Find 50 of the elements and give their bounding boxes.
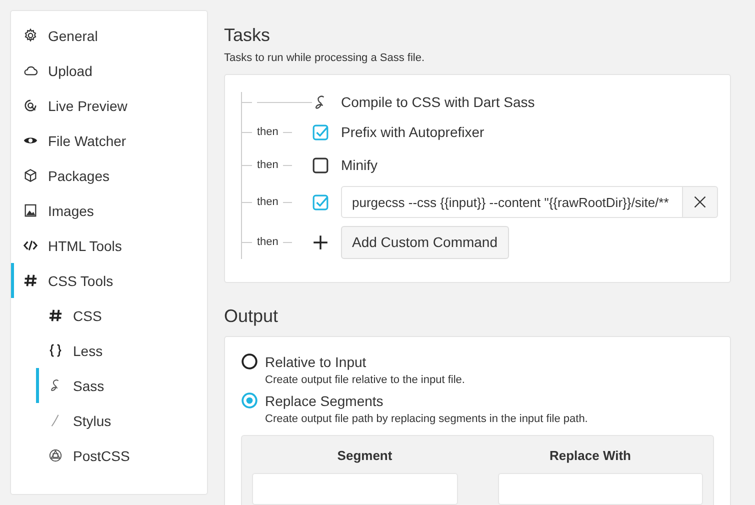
connector-label: then [257, 159, 278, 171]
connector-label: then [257, 196, 278, 208]
code-icon [23, 238, 38, 253]
sidebar-item[interactable]: CSS Tools [11, 263, 207, 298]
sidebar-item[interactable]: Images [11, 193, 207, 228]
postcss-icon [48, 448, 63, 463]
segment-input-field[interactable] [252, 473, 458, 505]
preview-icon [23, 98, 38, 113]
box-icon [23, 168, 38, 183]
task-label: Compile to CSS with Dart Sass [341, 94, 535, 110]
image-icon [23, 203, 38, 218]
checked-checkbox[interactable] [312, 194, 329, 210]
remove-button[interactable] [683, 186, 718, 218]
sidebar-item[interactable]: Packages [11, 158, 207, 193]
sidebar-item[interactable]: Less [11, 333, 207, 368]
connector-label: then [257, 236, 278, 248]
command-input-field[interactable]: purgecss --css {{input}} --content "{{rawRootDir}}/site/** [341, 186, 683, 218]
column-header: Segment [336, 447, 394, 465]
section-subtitle: Tasks to run while processing a Sass file. [224, 52, 426, 64]
connector-label: then [257, 126, 278, 138]
sidebar-item[interactable]: CSS [11, 298, 207, 333]
sidebar-item[interactable]: Sass [11, 368, 207, 403]
option-description: Create output file relative to the input file. [265, 374, 466, 386]
option-label: Replace Segments [265, 392, 384, 408]
sidebar-item[interactable]: Stylus [11, 403, 207, 438]
plus-icon [312, 234, 329, 250]
option-label: Relative to Input [265, 354, 366, 370]
add-command-button[interactable]: Add Custom Command [341, 226, 509, 258]
sidebar-item[interactable]: PostCSS [11, 438, 207, 473]
section-title: Tasks [224, 25, 272, 46]
task-label: Minify [341, 157, 378, 173]
task-label: Prefix with Autoprefixer [341, 124, 484, 140]
hash-icon [48, 308, 63, 323]
checked-checkbox[interactable] [312, 124, 329, 140]
sidebar-item[interactable]: HTML Tools [11, 228, 207, 263]
radio-button[interactable] [241, 392, 258, 409]
close-icon [693, 195, 707, 209]
hash-icon [23, 273, 38, 288]
sidebar-item[interactable]: General [11, 18, 207, 53]
replace-input-field[interactable] [498, 473, 703, 505]
option-description: Create output file path by replacing segments in the input file path. [265, 413, 589, 425]
braces-icon [48, 343, 63, 358]
column-header: Replace With [548, 447, 632, 465]
gear-icon [23, 28, 38, 43]
radio-button[interactable] [241, 353, 258, 370]
section-title: Output [224, 306, 280, 327]
sidebar-item[interactable]: Live Preview [11, 88, 207, 123]
checkbox[interactable] [312, 156, 329, 174]
sidebar-item[interactable]: Upload [11, 53, 207, 88]
sidebar-item[interactable]: File Watcher [11, 123, 207, 158]
